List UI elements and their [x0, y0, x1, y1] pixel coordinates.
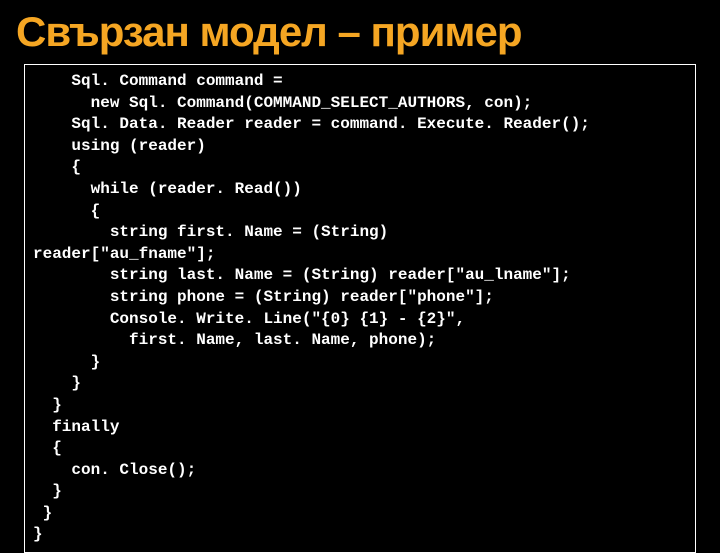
code-line: }	[33, 352, 687, 374]
code-block: Sql. Command command = new Sql. Command(…	[24, 64, 696, 553]
code-line: Console. Write. Line("{0} {1} - {2}",	[33, 309, 687, 331]
code-line: {	[33, 201, 687, 223]
code-line: }	[33, 395, 687, 417]
code-line: string phone = (String) reader["phone"];	[33, 287, 687, 309]
code-line: }	[33, 503, 687, 525]
code-line: string first. Name = (String)	[33, 222, 687, 244]
code-line: new Sql. Command(COMMAND_SELECT_AUTHORS,…	[33, 93, 687, 115]
code-line: }	[33, 524, 687, 546]
code-line: {	[33, 157, 687, 179]
code-line: Sql. Data. Reader reader = command. Exec…	[33, 114, 687, 136]
code-line: con. Close();	[33, 460, 687, 482]
code-line: }	[33, 373, 687, 395]
code-line: string last. Name = (String) reader["au_…	[33, 265, 687, 287]
slide: Свързан модел – пример Sql. Command comm…	[0, 0, 720, 540]
code-line: using (reader)	[33, 136, 687, 158]
code-line: finally	[33, 417, 687, 439]
code-line: reader["au_fname"];	[33, 244, 687, 266]
code-line: {	[33, 438, 687, 460]
code-line: while (reader. Read())	[33, 179, 687, 201]
code-line: Sql. Command command =	[33, 71, 687, 93]
code-line: first. Name, last. Name, phone);	[33, 330, 687, 352]
page-title: Свързан модел – пример	[16, 8, 704, 56]
code-line: }	[33, 481, 687, 503]
